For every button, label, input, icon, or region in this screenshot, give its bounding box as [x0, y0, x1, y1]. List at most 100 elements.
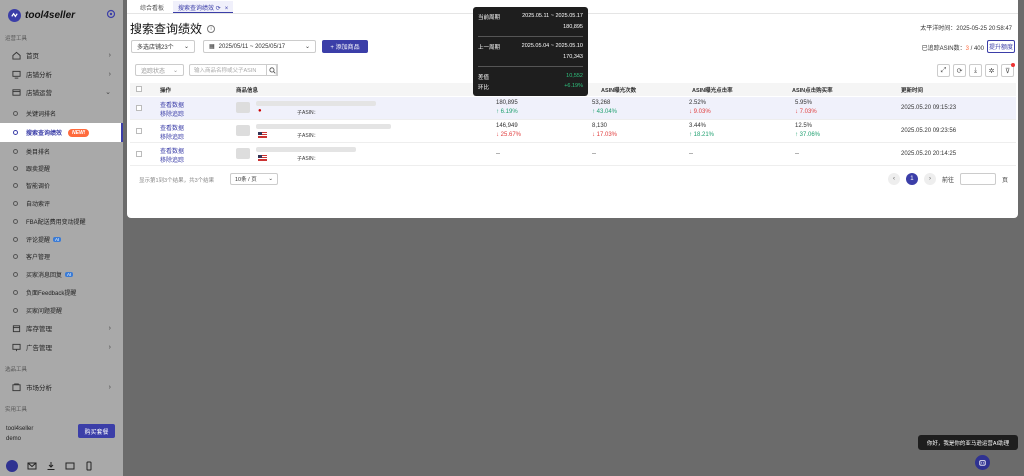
search-input[interactable]: 输入商品名称或父子ASIN [189, 64, 277, 76]
prev-period-label: 上一周期 [478, 45, 501, 51]
page-title: 搜索查询绩效 i [130, 20, 216, 37]
remove-tracking-link[interactable]: 移除追踪 [160, 109, 184, 118]
date-range-value: 2025/05/11 ~ 2025/05/17 [218, 43, 286, 50]
impressions-value: 180,895 [496, 100, 518, 106]
flag-us-icon [258, 155, 267, 161]
sub-smart-repricing[interactable]: 智能调价 [0, 177, 123, 193]
page-number-button[interactable]: 1 [905, 173, 918, 185]
keyboard-icon[interactable] [64, 461, 75, 472]
sub-category-rank[interactable]: 类目排名 [0, 143, 123, 159]
sub-auto-review[interactable]: 自动索评 [0, 195, 123, 211]
remove-tracking-link[interactable]: 移除追踪 [160, 132, 184, 141]
mail-icon[interactable] [26, 461, 37, 472]
gear-icon[interactable] [106, 9, 116, 19]
cvr-change: ↓ 7.03% [795, 109, 817, 115]
flag-jp-icon: ● [258, 108, 262, 114]
row-checkbox[interactable] [136, 105, 142, 111]
view-data-link[interactable]: 查看数据 [160, 100, 184, 109]
ctr-raw-change: ↑ 43.04% [592, 109, 618, 115]
download-icon[interactable] [45, 461, 56, 472]
table-row[interactable]: 查看数据 移除追踪 ● 子ASIN： 180,895 ↑ 6.19% 53,26… [130, 97, 1016, 120]
product-thumbnail [236, 148, 250, 159]
nav-store-ops[interactable]: 店铺运营 ⌄ [0, 84, 123, 100]
view-data-link[interactable]: 查看数据 [160, 146, 184, 155]
table-row[interactable]: 查看数据 移除追踪 子ASIN： 146,949 ↓ 25.67% 8,130 … [130, 120, 1016, 143]
ctr-raw-change: ↓ 17.03% [592, 132, 618, 138]
pagination-summary: 显示第1到3个结果，共3个结果 [139, 178, 215, 184]
ai-assistant-button[interactable] [975, 455, 990, 470]
goto-label: 前往 [941, 177, 954, 184]
tab-overview[interactable]: 综合看板 [135, 1, 169, 13]
settings-icon[interactable]: ✲ [985, 64, 998, 77]
nav-inventory[interactable]: 库存管理 › [0, 320, 123, 336]
impressions-value: -- [496, 151, 500, 157]
date-range-picker[interactable]: ▦ 2025/05/11 ~ 2025/05/17 ⌄ [203, 40, 316, 53]
table-row[interactable]: 查看数据 移除追踪 子ASIN： -- -- -- -- 2025.05.20 … [130, 143, 1016, 166]
home-icon [12, 51, 21, 60]
close-icon[interactable]: × [225, 6, 229, 12]
monitor-icon [12, 70, 21, 79]
sub-label: 负面Feedback提醒 [26, 290, 77, 297]
nav-ads[interactable]: 广告管理 › [0, 339, 123, 355]
export-icon[interactable]: ⤓ [969, 64, 982, 77]
sub-customer-mgmt[interactable]: 客户管理 [0, 248, 123, 264]
row-checkbox[interactable] [136, 151, 142, 157]
divider [478, 36, 583, 37]
ai-badge: AI [53, 236, 62, 242]
cvr-value: -- [795, 151, 799, 157]
sub-keyword-rank[interactable]: 关键词排名 [0, 105, 123, 121]
row-checkbox[interactable] [136, 128, 142, 134]
nav-home[interactable]: 首页 › [0, 47, 123, 63]
child-asin-label: 子ASIN： [297, 133, 319, 139]
view-data-link[interactable]: 查看数据 [160, 123, 184, 132]
sub-fba-fee-alert[interactable]: FBA配送费用变动提醒 [0, 213, 123, 229]
fullscreen-icon[interactable]: ⤢ [937, 64, 950, 77]
add-product-button[interactable]: + 添加商品 [322, 40, 368, 53]
sub-buyer-question[interactable]: 买家问题提醒 [0, 302, 123, 318]
sub-label: 关键词排名 [26, 111, 57, 118]
search-icon[interactable] [266, 64, 278, 76]
prev-page-button[interactable]: ‹ [887, 173, 900, 185]
sub-hijack-alert[interactable]: 跟卖提醒 [0, 160, 123, 176]
remove-tracking-link[interactable]: 移除追踪 [160, 155, 184, 164]
tracked-asin-count: 已追踪ASIN数：3 / 400 [922, 43, 984, 52]
ctr-raw: -- [592, 151, 596, 157]
chevron-right-icon: › [108, 324, 111, 332]
store-select[interactable]: 多选店铺23个 ⌄ [131, 40, 195, 53]
page-title-text: 搜索查询绩效 [130, 22, 203, 36]
sub-label: 跟卖提醒 [26, 166, 51, 173]
select-all-checkbox[interactable] [136, 86, 142, 92]
sub-search-query-performance[interactable]: 搜索查询绩效 NEW! [0, 123, 123, 142]
sub-buyer-message[interactable]: 买家消息回复 AI [0, 266, 123, 282]
avatar[interactable] [6, 460, 18, 472]
nav-home-label: 首页 [26, 53, 39, 60]
refresh-icon[interactable]: ⟳ [216, 6, 221, 12]
tab-search-query[interactable]: 搜索查询绩效 ⟳ × [173, 1, 234, 13]
goto-page-input[interactable] [959, 173, 996, 185]
nav-market-analysis[interactable]: 市场分析 › [0, 379, 123, 395]
mobile-icon[interactable] [83, 461, 94, 472]
info-icon[interactable]: i [207, 24, 216, 33]
logo[interactable]: tool4seller [8, 9, 75, 22]
status-filter[interactable]: 追踪状态 ⌄ [135, 64, 184, 76]
upgrade-quota-button[interactable]: 提升额度 [987, 40, 1015, 53]
sub-review-alert[interactable]: 评论提醒 AI [0, 231, 123, 247]
ratio-value: +6.19% [564, 83, 583, 89]
cvr-value: 5.95% [795, 100, 813, 106]
next-page-button[interactable]: › [923, 173, 936, 185]
filter-icon[interactable]: ⊽ [1001, 63, 1015, 77]
ctr-change: ↓ 9.03% [689, 109, 711, 115]
cvr-change: ↑ 37.06% [795, 132, 821, 138]
buy-plan-button[interactable]: 购买套餐 [78, 424, 115, 438]
nav-inventory-label: 库存管理 [26, 326, 52, 333]
impressions-change: ↓ 25.67% [496, 132, 522, 138]
col-updated: 更新时间 [901, 88, 924, 94]
section-title-practical: 实用工具 [5, 407, 28, 413]
sub-negative-feedback[interactable]: 负面Feedback提醒 [0, 284, 123, 300]
nav-market-label: 市场分析 [26, 385, 52, 392]
sub-label: 买家问题提醒 [26, 308, 63, 315]
refresh-icon[interactable]: ⟳ [953, 64, 966, 77]
ratio-label: 环比 [478, 85, 490, 91]
page-size-select[interactable]: 10条 / 页 ⌄ [230, 173, 278, 185]
nav-store-analysis[interactable]: 店铺分析 › [0, 66, 123, 82]
